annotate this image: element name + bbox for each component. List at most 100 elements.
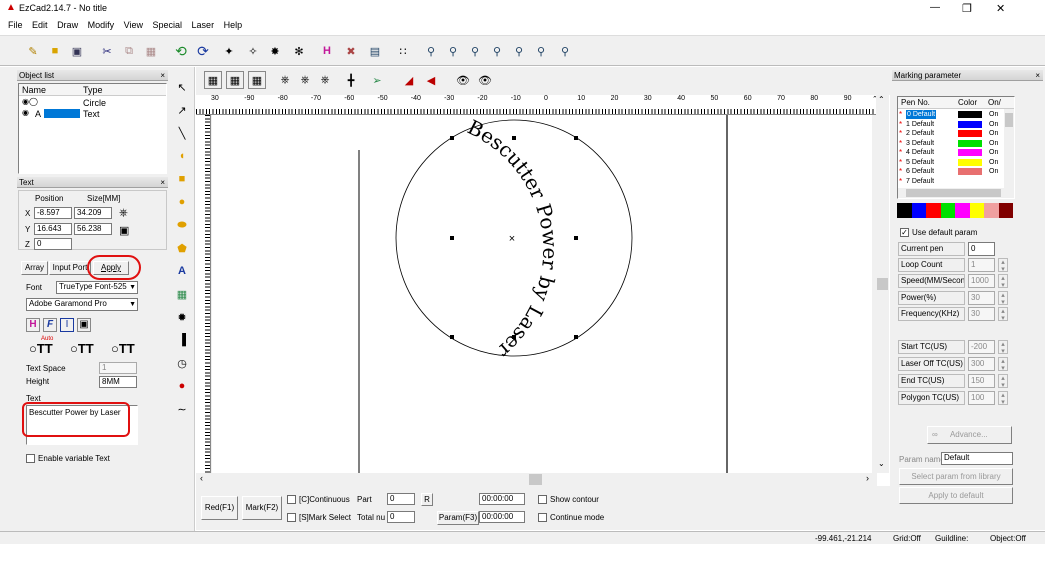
height-field[interactable]: 8MM [99, 376, 137, 388]
show-contour-checkbox[interactable]: Show contour [538, 495, 599, 505]
maximize-button[interactable]: ❐ [962, 2, 972, 15]
part-field[interactable]: 0 [387, 493, 415, 505]
list-item[interactable]: ◉ A Text [19, 108, 166, 119]
show-icon[interactable]: 👁 [454, 71, 472, 89]
minimize-button[interactable]: — [930, 2, 940, 13]
pen-row[interactable]: * 0 Default On [898, 110, 1004, 119]
node-select-icon[interactable]: ✧ [244, 42, 262, 60]
menu-draw[interactable]: Draw [57, 20, 78, 30]
close-button[interactable]: ✕ [996, 2, 1005, 15]
selection-handle[interactable] [512, 335, 516, 339]
color-swatch[interactable] [955, 203, 970, 218]
menu-view[interactable]: View [124, 20, 143, 30]
color-swatch[interactable] [897, 203, 912, 218]
selection-handle[interactable] [574, 335, 578, 339]
curve-icon[interactable]: ◖ [173, 147, 191, 165]
scroll-down-icon[interactable]: ⌄ [878, 459, 885, 468]
reference-icon[interactable]: ╋ [342, 71, 360, 89]
pen-row[interactable]: * 4 Default On [898, 148, 1004, 157]
zoom-all-icon[interactable]: ⚲ [510, 42, 528, 60]
menu-help[interactable]: Help [224, 20, 243, 30]
undo-icon[interactable]: ⟲ [172, 42, 190, 60]
reset-button[interactable]: R [421, 493, 433, 506]
tools-icon[interactable]: ✖ [342, 42, 360, 60]
pen-list-vscroll[interactable] [1004, 109, 1014, 188]
canvas-area[interactable]: Bescutter Power by Laser × 30 -90 -80 -70 -6… [196, 95, 877, 473]
lock-object-icon[interactable]: ⎈ [276, 71, 294, 89]
pen-row[interactable]: * 5 Default On [898, 158, 1004, 167]
loop-count-field[interactable]: 1 [968, 258, 995, 272]
red-button[interactable]: Red(F1) [201, 496, 238, 520]
save-icon[interactable]: ▣ [68, 42, 86, 60]
scroll-thumb[interactable] [906, 189, 1001, 197]
vector-file-icon[interactable]: ✹ [173, 308, 191, 326]
checkbox-box[interactable] [538, 513, 547, 523]
selection-handle[interactable] [450, 335, 454, 339]
x-size-field[interactable]: 34.209 [74, 207, 112, 219]
spinner-icon[interactable]: ▴ ▾ [998, 258, 1008, 273]
column-pen[interactable]: Pen No. [901, 98, 930, 107]
total-field[interactable]: 0 [387, 511, 415, 523]
column-type[interactable]: Type [83, 85, 103, 95]
align-grid-icon[interactable]: ▦ [204, 71, 222, 89]
scroll-right-icon[interactable]: › [866, 473, 869, 483]
zoom-select-icon[interactable]: ⚲ [532, 42, 550, 60]
cut-icon[interactable]: ✂ [98, 42, 116, 60]
frequency-field[interactable]: 30 [968, 307, 995, 321]
color-swatch[interactable] [969, 203, 984, 218]
hide-icon[interactable]: 👁 [476, 71, 494, 89]
selection-handle[interactable] [450, 136, 454, 140]
select-library-button[interactable]: Select param from library [899, 468, 1013, 485]
zoom-window-icon[interactable]: ⚲ [422, 42, 440, 60]
text-align-auto-icon[interactable]: ○TT [29, 341, 53, 356]
grid-status[interactable]: Grid:Off [893, 534, 921, 543]
pen-on[interactable]: On [989, 148, 998, 157]
text-align-range-icon[interactable]: ○TT [111, 341, 135, 356]
checkbox-box[interactable] [287, 513, 296, 523]
scroll-thumb[interactable] [877, 278, 888, 290]
pen-row[interactable]: * 2 Default On [898, 129, 1004, 138]
node-edit-icon[interactable]: ✦ [220, 42, 238, 60]
y-size-field[interactable]: 56.238 [74, 223, 112, 235]
canvas-svg[interactable]: Bescutter Power by Laser × [196, 95, 877, 473]
barcode-icon[interactable]: ▐ [173, 331, 191, 349]
color-swatch[interactable] [911, 203, 926, 218]
menu-file[interactable]: File [8, 20, 23, 30]
hatch-text-icon[interactable]: H [26, 318, 40, 332]
spinner-icon[interactable]: ▴ ▾ [998, 374, 1008, 389]
pen-list-hscroll[interactable] [898, 188, 1014, 198]
eye-icon[interactable]: ◉◯ [22, 97, 38, 106]
new-icon[interactable]: ✎ [24, 42, 42, 60]
power-field[interactable]: 30 [968, 291, 995, 305]
canvas-hscroll[interactable]: ‹ › [196, 473, 877, 486]
guildline-status[interactable]: Guildline: [935, 534, 968, 543]
zoom-plus-icon[interactable]: ⚲ [466, 42, 484, 60]
pen-row[interactable]: * 7 Default [898, 177, 1004, 186]
italic-icon[interactable]: F [43, 318, 57, 332]
center-icon[interactable]: ✻ [290, 42, 308, 60]
open-folder-icon[interactable]: ■ [46, 42, 64, 60]
bitmap-icon[interactable]: ▦ [173, 285, 191, 303]
checkbox-box[interactable] [26, 454, 35, 464]
spinner-icon[interactable]: ▴ ▾ [998, 274, 1008, 289]
text-tool-icon[interactable]: A [173, 262, 191, 280]
pen-row[interactable]: * 1 Default On [898, 120, 1004, 129]
move-icon[interactable]: ➢ [368, 71, 386, 89]
scroll-up-icon[interactable]: ⌃ [878, 95, 885, 104]
menu-edit[interactable]: Edit [32, 20, 48, 30]
selection-handle[interactable] [574, 136, 578, 140]
color-swatch[interactable] [940, 203, 955, 218]
io-port-icon[interactable]: ● [173, 377, 191, 395]
end-tc-field[interactable]: 150 [968, 374, 995, 388]
pen-color-swatch[interactable] [958, 111, 982, 118]
start-tc-field[interactable]: -200 [968, 340, 995, 354]
unlock-object-icon[interactable]: ⎈ [296, 71, 314, 89]
pen-color-swatch[interactable] [958, 130, 982, 137]
scroll-thumb[interactable] [529, 474, 542, 485]
scroll-thumb[interactable] [1005, 113, 1013, 127]
pen-on[interactable]: On [989, 120, 998, 129]
align-icon[interactable]: ✸ [266, 42, 284, 60]
menu-laser[interactable]: Laser [192, 20, 215, 30]
lock-icon[interactable]: ⎈ [119, 207, 128, 220]
mark-select-checkbox[interactable]: [S]Mark Select [287, 513, 351, 523]
